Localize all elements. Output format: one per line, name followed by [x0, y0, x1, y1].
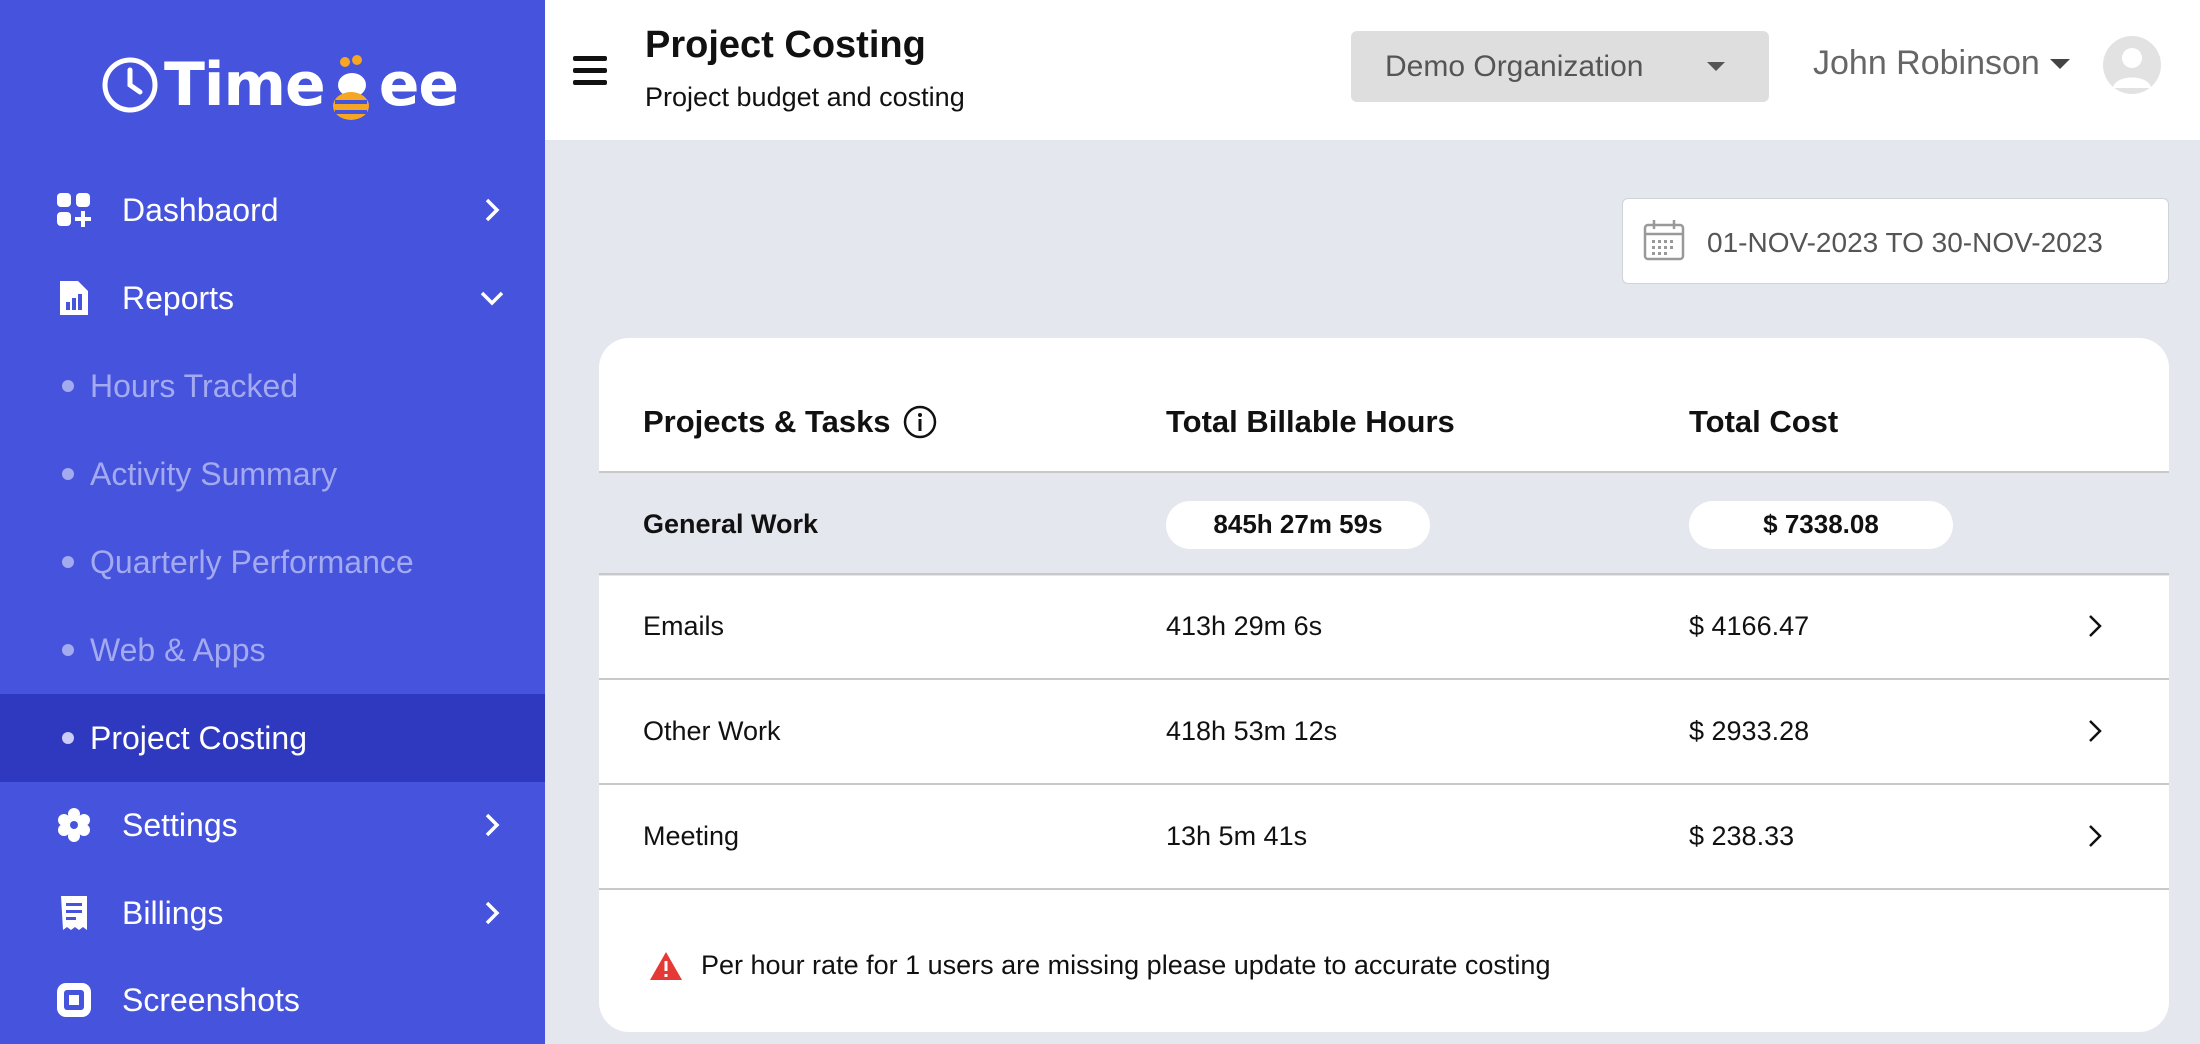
date-range-picker[interactable]: 01-NOV-2023 TO 30-NOV-2023: [1622, 198, 2169, 284]
warning-text: Per hour rate for 1 users are missing pl…: [701, 950, 1551, 980]
logo-text: Time ee: [164, 50, 459, 120]
task-cost: $ 4166.47: [1689, 611, 1810, 641]
page-subtitle: Project budget and costing: [645, 82, 965, 112]
gear-icon: [58, 808, 90, 842]
sidebar: Time ee Dashbaord Reports Hours Tracked …: [0, 0, 545, 1044]
divider: [599, 888, 2169, 890]
table-row[interactable]: Other Work 418h 53m 12s $ 2933.28: [599, 680, 2169, 783]
task-name: Meeting: [643, 821, 740, 851]
bee-icon: [327, 50, 377, 120]
sidebar-item-label: Billings: [122, 894, 224, 931]
column-header-label: Projects & Tasks: [643, 404, 891, 439]
chevron-right-icon: [485, 813, 500, 837]
bullet-icon: [62, 556, 74, 568]
task-cost: $ 2933.28: [1689, 716, 1810, 746]
sidebar-item-dashboard[interactable]: Dashbaord: [0, 166, 545, 254]
table-row[interactable]: Meeting 13h 5m 41s $ 238.33: [599, 785, 2169, 888]
timebee-logo[interactable]: Time ee: [100, 40, 459, 130]
task-name: Other Work: [643, 716, 781, 746]
report-icon: [60, 281, 88, 315]
sidebar-item-label: Project Costing: [90, 719, 307, 756]
task-cost: $ 238.33: [1689, 821, 1795, 851]
table-group-row: General Work 845h 27m 59s $ 7338.08: [599, 473, 2169, 576]
user-name: John Robinson: [1813, 44, 2040, 82]
sidebar-item-project-costing[interactable]: Project Costing: [0, 694, 545, 782]
user-menu[interactable]: John Robinson: [1813, 44, 2070, 83]
bullet-icon: [62, 468, 74, 480]
chevron-right-icon[interactable]: [2082, 613, 2108, 639]
clock-icon: [102, 57, 158, 113]
caret-down-icon: [1707, 62, 1725, 71]
receipt-icon: [61, 896, 87, 930]
user-icon: [2113, 48, 2151, 88]
sidebar-item-label: Screenshots: [122, 981, 300, 1018]
top-header: Project Costing Project budget and costi…: [545, 0, 2200, 140]
task-hours: 413h 29m 6s: [1166, 611, 1323, 641]
avatar[interactable]: [2103, 36, 2161, 94]
chevron-right-icon: [485, 901, 500, 925]
column-header-cost: Total Cost: [1689, 404, 1839, 439]
sidebar-item-quarterly-performance[interactable]: Quarterly Performance: [0, 518, 545, 606]
logo-text-time: Time: [164, 50, 326, 120]
sidebar-item-billings[interactable]: Billings: [0, 869, 545, 957]
cost-badge: $ 7338.08: [1689, 500, 1953, 549]
sidebar-item-label: Settings: [122, 806, 238, 843]
sidebar-item-hours-tracked[interactable]: Hours Tracked: [0, 342, 545, 430]
sidebar-item-label: Hours Tracked: [90, 367, 299, 404]
chevron-right-icon[interactable]: [2082, 823, 2108, 849]
page-title: Project Costing: [645, 24, 926, 66]
group-name: General Work: [643, 509, 819, 539]
menu-icon[interactable]: [573, 56, 607, 86]
task-hours: 13h 5m 41s: [1166, 821, 1308, 851]
caret-down-icon: [2049, 58, 2070, 69]
bullet-icon: [62, 644, 74, 656]
bullet-icon: [62, 380, 74, 392]
info-icon[interactable]: [903, 405, 937, 439]
group-hours-cell: 845h 27m 59s: [1166, 473, 1430, 576]
logo-text-bee: ee: [378, 50, 459, 120]
sidebar-item-label: Reports: [122, 279, 235, 316]
chevron-right-icon[interactable]: [2082, 718, 2108, 744]
sidebar-item-settings[interactable]: Settings: [0, 781, 545, 869]
chevron-right-icon: [485, 198, 500, 222]
sidebar-item-web-apps[interactable]: Web & Apps: [0, 606, 545, 694]
date-range-value: 01-NOV-2023 TO 30-NOV-2023: [1707, 227, 2103, 258]
column-header-hours: Total Billable Hours: [1166, 404, 1455, 439]
warning-icon: [650, 951, 682, 980]
chevron-down-icon: [480, 291, 504, 306]
organization-select-value: Demo Organization: [1385, 49, 1644, 83]
screenshot-icon: [57, 983, 91, 1017]
calendar-icon: [1643, 220, 1685, 261]
sidebar-item-label: Dashbaord: [122, 191, 279, 228]
dashboard-icon: [57, 193, 91, 227]
sidebar-item-label: Web & Apps: [90, 631, 266, 668]
missing-rate-warning: Per hour rate for 1 users are missing pl…: [649, 950, 1550, 981]
task-name: Emails: [643, 611, 725, 641]
sidebar-item-activity-summary[interactable]: Activity Summary: [0, 430, 545, 518]
sidebar-item-label: Quarterly Performance: [90, 543, 414, 580]
sidebar-item-label: Activity Summary: [90, 455, 338, 492]
bullet-icon: [62, 732, 74, 744]
table-row[interactable]: Emails 413h 29m 6s $ 4166.47: [599, 575, 2169, 678]
column-header-projects: Projects & Tasks: [643, 404, 937, 440]
group-cost-cell: $ 7338.08: [1689, 473, 1953, 576]
task-hours: 418h 53m 12s: [1166, 716, 1338, 746]
project-costing-table: Projects & Tasks Total Billable Hours To…: [599, 338, 2169, 1032]
sidebar-item-screenshots[interactable]: Screenshots: [0, 956, 545, 1044]
hours-badge: 845h 27m 59s: [1166, 500, 1430, 549]
organization-select[interactable]: Demo Organization: [1351, 31, 1769, 102]
sidebar-item-reports[interactable]: Reports: [0, 254, 545, 342]
